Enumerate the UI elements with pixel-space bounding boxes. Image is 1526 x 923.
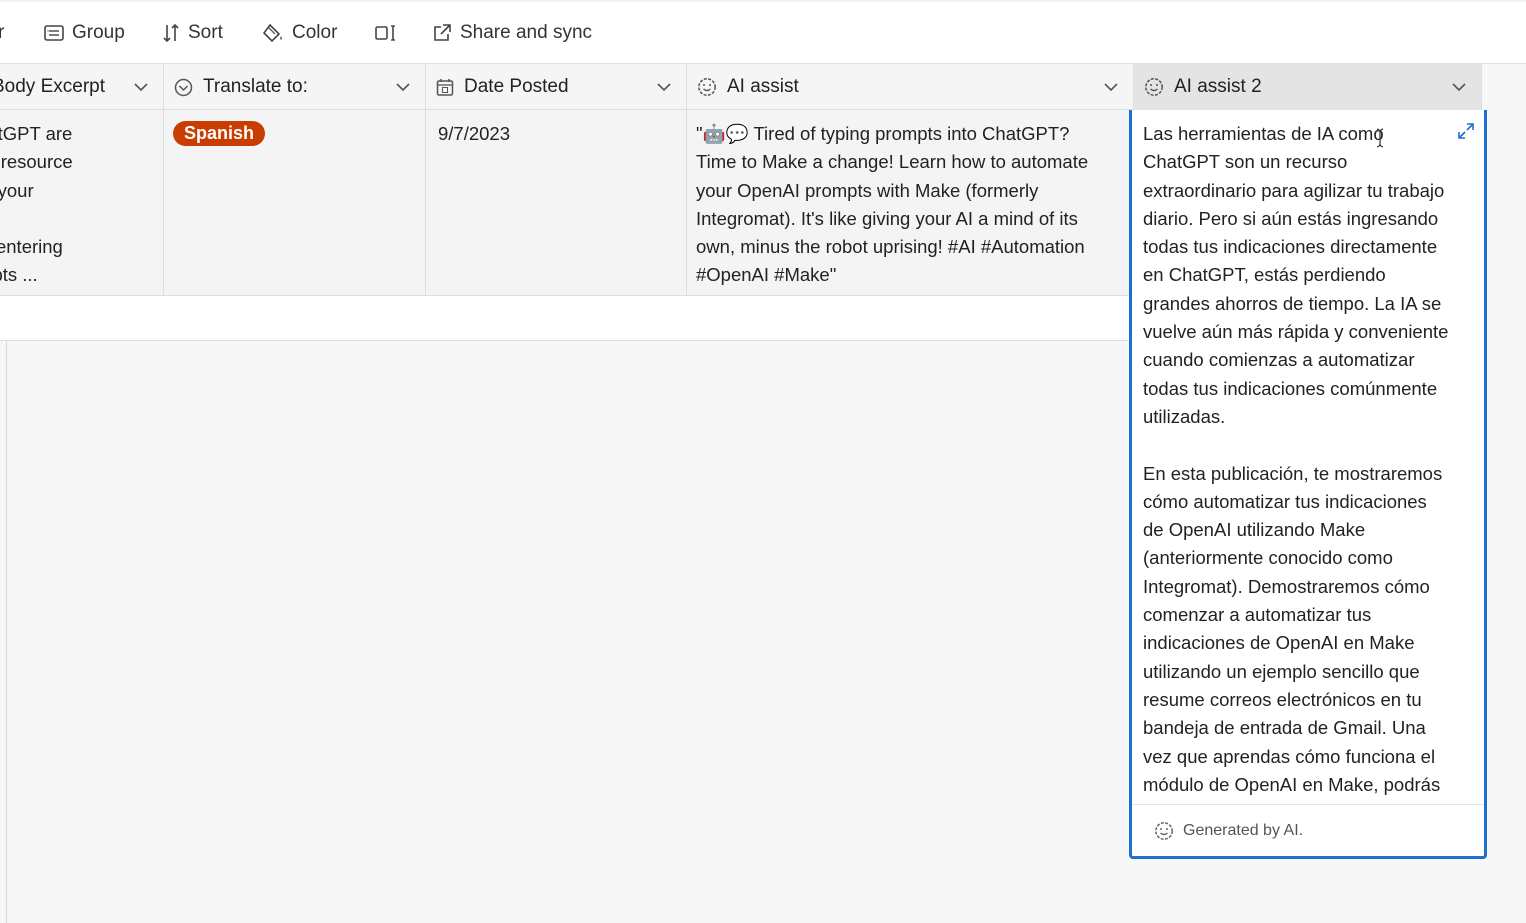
color-label: Color bbox=[292, 22, 338, 43]
expand-arrows-icon[interactable] bbox=[1457, 122, 1475, 140]
row-height-button[interactable] bbox=[374, 20, 406, 46]
column-label: AI assist bbox=[727, 76, 799, 97]
sort-arrows-icon bbox=[163, 23, 179, 43]
column-header-date-posted[interactable]: Date Posted bbox=[426, 64, 687, 110]
generated-by-ai-footer: Generated by AI. bbox=[1132, 804, 1484, 856]
chevron-down-icon[interactable] bbox=[1451, 79, 1467, 95]
cell-text: ke ChatGPT are rdinary resource nlining … bbox=[0, 123, 73, 286]
column-label: Date Posted bbox=[464, 76, 569, 97]
cell-date-posted[interactable]: 9/7/2023 bbox=[426, 110, 687, 296]
chevron-down-icon[interactable] bbox=[1103, 79, 1119, 95]
text-cursor-icon bbox=[1376, 128, 1384, 148]
ai-smiley-icon bbox=[1145, 78, 1163, 96]
toolbar-truncated-item[interactable]: r bbox=[0, 20, 4, 46]
cell-text: "🤖💬 Tired of typing prompts into ChatGPT… bbox=[696, 123, 1089, 286]
add-row-area[interactable] bbox=[0, 296, 1134, 341]
sort-label: Sort bbox=[188, 22, 223, 43]
column-header-ai-assist-2[interactable]: AI assist 2 bbox=[1134, 64, 1482, 110]
toolbar-truncated-label: r bbox=[0, 22, 5, 43]
column-header-body-excerpt[interactable]: Body Excerpt bbox=[0, 64, 164, 110]
group-button[interactable]: Group bbox=[44, 20, 125, 46]
grid-header: Body Excerpt Translate to: Date Posted A… bbox=[0, 64, 1482, 110]
ai-smiley-icon bbox=[1155, 821, 1173, 840]
cell-ai-assist[interactable]: "🤖💬 Tired of typing prompts into ChatGPT… bbox=[687, 110, 1134, 296]
external-share-icon bbox=[434, 24, 451, 41]
expanded-cell-ai-assist-2[interactable]: Las herramientas de IA como ChatGPT son … bbox=[1129, 110, 1487, 859]
view-toolbar: r Group Sort Color Share and sync bbox=[0, 0, 1526, 64]
ai-smiley-icon bbox=[698, 78, 716, 96]
cell-translate-to[interactable]: Spanish bbox=[164, 110, 426, 296]
column-label: AI assist 2 bbox=[1174, 76, 1262, 97]
calendar-icon bbox=[436, 78, 454, 96]
expanded-cell-text[interactable]: Las herramientas de IA como ChatGPT son … bbox=[1143, 120, 1481, 799]
sort-button[interactable]: Sort bbox=[162, 20, 223, 46]
generated-by-ai-label: Generated by AI. bbox=[1183, 821, 1304, 839]
column-header-ai-assist[interactable]: AI assist bbox=[687, 64, 1134, 110]
cell-text: 9/7/2023 bbox=[438, 123, 511, 144]
table-row: ke ChatGPT are rdinary resource nlining … bbox=[0, 110, 1134, 296]
single-select-icon bbox=[174, 78, 193, 96]
chevron-down-icon[interactable] bbox=[395, 79, 411, 95]
paint-bucket-icon bbox=[262, 23, 282, 43]
color-button[interactable]: Color bbox=[262, 20, 337, 46]
grid-left-border bbox=[6, 340, 7, 923]
share-and-sync-label: Share and sync bbox=[460, 22, 593, 43]
column-header-translate-to[interactable]: Translate to: bbox=[164, 64, 426, 110]
cell-body-excerpt[interactable]: ke ChatGPT are rdinary resource nlining … bbox=[0, 110, 164, 296]
column-label: Body Excerpt bbox=[0, 76, 105, 97]
share-and-sync-button[interactable]: Share and sync bbox=[432, 20, 592, 46]
group-icon bbox=[44, 25, 64, 41]
column-label: Translate to: bbox=[203, 76, 308, 97]
chevron-down-icon[interactable] bbox=[133, 79, 149, 95]
select-option-badge: Spanish bbox=[173, 121, 266, 146]
row-height-icon bbox=[375, 25, 395, 41]
group-label: Group bbox=[72, 22, 125, 43]
chevron-down-icon[interactable] bbox=[656, 79, 672, 95]
